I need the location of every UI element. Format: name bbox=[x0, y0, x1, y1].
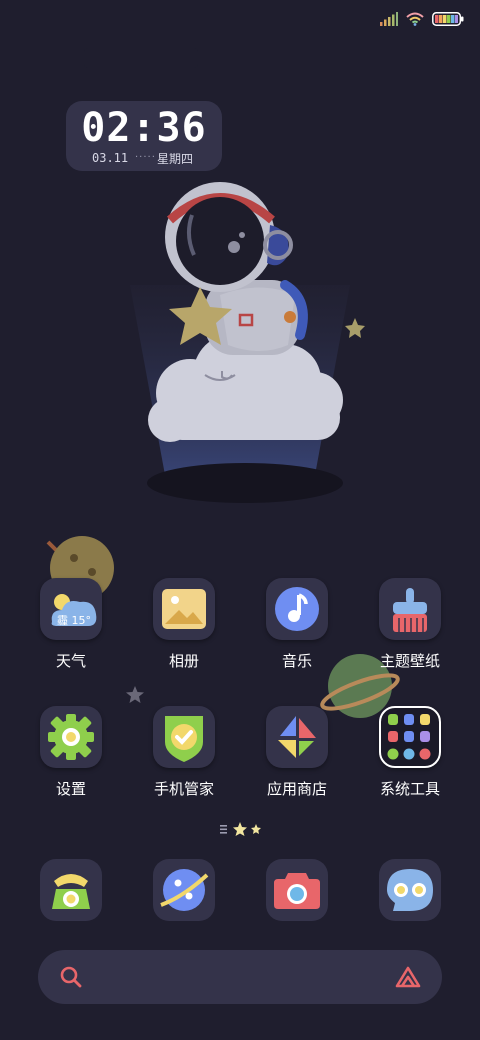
battery-icon bbox=[432, 12, 464, 26]
signal-icon bbox=[380, 12, 398, 26]
small-star-decoration bbox=[126, 686, 144, 703]
assistant-icon[interactable] bbox=[394, 964, 422, 990]
app-label-store: 应用商店 bbox=[266, 780, 327, 798]
app-gallery[interactable]: 相册 bbox=[129, 578, 239, 678]
gear-icon[interactable] bbox=[40, 706, 102, 768]
app-label-gallery: 相册 bbox=[168, 652, 199, 670]
app-label-theme: 主题壁纸 bbox=[379, 652, 440, 670]
messages-icon[interactable] bbox=[379, 859, 441, 921]
shield-check-icon[interactable] bbox=[153, 706, 215, 768]
app-label-settings: 设置 bbox=[55, 780, 86, 798]
page-dot-active-star-icon bbox=[233, 822, 247, 836]
camera-icon[interactable] bbox=[266, 859, 328, 921]
app-system-tools-folder[interactable]: 系统工具 bbox=[355, 706, 465, 806]
gallery-icon[interactable] bbox=[153, 578, 215, 640]
page-dot-star-icon bbox=[251, 824, 261, 834]
app-label-weather: 天气 bbox=[55, 652, 86, 670]
app-label-music: 音乐 bbox=[281, 652, 312, 670]
app-label-phone-manager: 手机管家 bbox=[153, 780, 214, 798]
page-indicator[interactable] bbox=[216, 820, 266, 838]
app-store[interactable]: 应用商店 bbox=[242, 706, 352, 806]
clock-weekday: 星期四 bbox=[157, 152, 194, 166]
folder-icon[interactable] bbox=[379, 706, 441, 768]
app-music[interactable]: 音乐 bbox=[242, 578, 352, 678]
browser-planet-icon[interactable] bbox=[153, 859, 215, 921]
app-weather[interactable]: 霾 15° 天气 bbox=[16, 578, 126, 678]
clock-time: 02:36 bbox=[81, 105, 207, 151]
search-icon[interactable] bbox=[60, 966, 82, 988]
app-store-icon[interactable] bbox=[266, 706, 328, 768]
astronaut-wallpaper-illustration bbox=[130, 182, 365, 503]
search-bar[interactable] bbox=[38, 950, 442, 1004]
weather-icon[interactable]: 霾 15° bbox=[40, 578, 102, 640]
app-theme[interactable]: 主题壁纸 bbox=[355, 578, 465, 678]
app-label-system-tools: 系统工具 bbox=[379, 780, 440, 798]
clock-dots: ····· bbox=[135, 152, 156, 163]
phone-icon[interactable] bbox=[40, 859, 102, 921]
page-indicator-list-icon bbox=[220, 825, 227, 834]
app-phone-manager[interactable]: 手机管家 bbox=[129, 706, 239, 806]
wifi-icon bbox=[406, 12, 424, 26]
music-icon[interactable] bbox=[266, 578, 328, 640]
weather-temp: 霾 15° bbox=[57, 614, 91, 627]
app-settings[interactable]: 设置 bbox=[16, 706, 126, 806]
clock-date-panel bbox=[84, 48, 198, 68]
theme-brush-icon[interactable] bbox=[379, 578, 441, 640]
status-bar bbox=[0, 0, 480, 40]
clock-date: 03.11 bbox=[92, 151, 129, 165]
